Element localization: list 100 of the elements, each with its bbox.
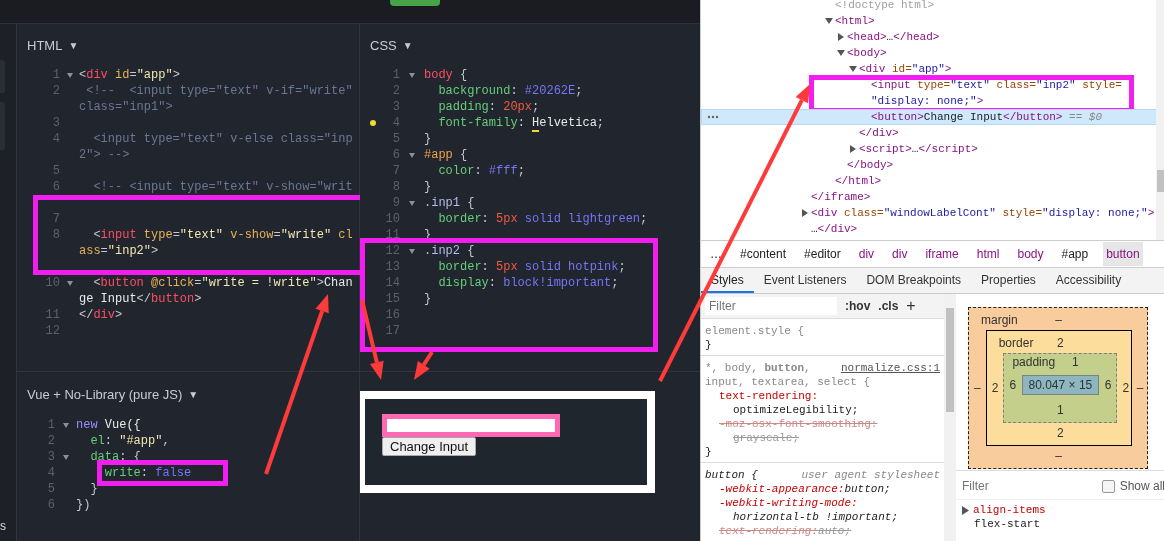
breadcrumb-item[interactable]: div: [889, 242, 911, 266]
breadcrumb-item[interactable]: iframe: [922, 242, 962, 266]
computed-property[interactable]: align-items: [973, 503, 1046, 517]
rule-source: user agent stylesheet: [801, 468, 940, 482]
dom-node[interactable]: </body>: [847, 159, 894, 171]
line-number: 2: [392, 84, 400, 98]
hover-state-toggle[interactable]: :hov: [845, 299, 871, 313]
expand-icon[interactable]: [837, 49, 845, 57]
line-number: 2: [52, 84, 60, 98]
dom-node[interactable]: <div class="windowLabelCont" style="display: none;">: [811, 207, 1155, 219]
dom-node[interactable]: </div>: [859, 127, 899, 139]
breadcrumb-item[interactable]: button: [1103, 242, 1143, 266]
breadcrumb-item[interactable]: #app: [1058, 242, 1092, 266]
box-value[interactable]: –: [969, 381, 986, 395]
dom-node[interactable]: <head>…</head>: [847, 31, 940, 43]
rule-selector: *, body, button,: [705, 361, 811, 375]
dom-node[interactable]: <input type="text" class="inp2" style=: [871, 79, 1122, 91]
box-value[interactable]: 6: [1099, 377, 1117, 392]
dom-node[interactable]: </html>: [835, 175, 882, 187]
code-line: border: 5px solid hotpink;: [437, 260, 626, 274]
panel-tab[interactable]: DOM Breakpoints: [856, 268, 972, 293]
code-line: .inp2 {: [424, 244, 475, 258]
expand-icon[interactable]: [962, 505, 969, 515]
change-input-button[interactable]: Change Input: [382, 437, 477, 456]
box-value[interactable]: 2: [1057, 423, 1064, 445]
dom-node[interactable]: <script>…</script>: [859, 143, 978, 155]
css-value[interactable]: horizontal-tb !important;: [719, 510, 940, 524]
line-number: 5: [392, 132, 400, 146]
line-number: 14: [385, 276, 400, 290]
fold-icon[interactable]: [62, 454, 69, 460]
code-line: body {: [424, 68, 468, 82]
code-line: ass="inp2">: [79, 244, 159, 258]
dom-node[interactable]: "display: none;">: [871, 95, 984, 107]
fold-icon[interactable]: [409, 72, 415, 78]
expand-icon[interactable]: [849, 65, 857, 73]
dom-node[interactable]: <div id="app">: [859, 63, 952, 75]
line-number: 10: [385, 212, 400, 226]
fold-icon[interactable]: [409, 200, 415, 206]
line-number: 8: [392, 180, 400, 194]
code-line: <input type="text" v-else class="inp: [92, 132, 353, 146]
fold-icon[interactable]: [409, 248, 415, 254]
box-value[interactable]: 1: [1057, 400, 1064, 422]
panel-tab[interactable]: Accessibility: [1045, 268, 1132, 293]
css-value[interactable]: button;: [844, 483, 891, 495]
panel-tab[interactable]: Event Listeners: [753, 268, 857, 293]
text-field[interactable]: [382, 414, 560, 437]
expand-icon[interactable]: [837, 33, 845, 41]
rule-brace: }: [705, 446, 712, 458]
css-value[interactable]: optimizeLegibility;: [719, 403, 940, 417]
line-number: 1: [47, 418, 55, 432]
panel-tab[interactable]: Properties: [971, 268, 1046, 293]
dom-node[interactable]: <html>: [835, 15, 875, 27]
line-number: 9: [392, 196, 400, 210]
code-line: padding: 20px;: [437, 100, 540, 114]
breadcrumb-item[interactable]: div: [855, 242, 878, 266]
breadcrumb-item[interactable]: #content: [737, 242, 790, 266]
css-property[interactable]: text-rendering:: [719, 390, 819, 402]
new-rule-button[interactable]: +: [906, 297, 916, 315]
scrollbar[interactable]: [1156, 0, 1164, 240]
box-value[interactable]: 2: [986, 381, 1004, 395]
checkbox-label[interactable]: Show all: [1119, 479, 1164, 493]
expand-icon[interactable]: [849, 145, 857, 153]
rule-selector: input, textarea, select {: [705, 375, 872, 389]
dom-node[interactable]: </iframe>: [811, 191, 871, 203]
fold-icon[interactable]: [66, 280, 73, 286]
code-line: .inp1 {: [424, 196, 475, 210]
code-line: <button @click="write = !write">Chan: [92, 276, 353, 290]
more-icon[interactable]: [707, 115, 719, 119]
line-number: 5: [47, 482, 55, 496]
box-value[interactable]: 2: [1057, 331, 1064, 353]
code-line: }: [424, 132, 432, 146]
box-value[interactable]: –: [1055, 308, 1063, 330]
dom-node[interactable]: <body>: [847, 47, 887, 59]
class-toggle[interactable]: .cls: [878, 299, 899, 313]
box-value[interactable]: –: [1055, 446, 1063, 468]
dropdown-caret[interactable]: ▼: [68, 40, 79, 51]
expand-icon[interactable]: [825, 17, 833, 25]
line-number: 7: [392, 164, 400, 178]
filter-field[interactable]: Filter: [705, 297, 837, 315]
line-number: 1: [392, 68, 400, 82]
breadcrumb-item[interactable]: #editor: [801, 242, 844, 266]
fold-icon[interactable]: [62, 422, 69, 428]
code-line: el: "#app",: [89, 434, 170, 448]
box-value[interactable]: 6: [1004, 377, 1022, 392]
expand-icon[interactable]: [801, 209, 809, 217]
css-property[interactable]: -webkit-writing-mode:: [719, 497, 858, 509]
dropdown-caret[interactable]: ▼: [402, 40, 413, 51]
breadcrumb-item[interactable]: …: [707, 242, 725, 266]
css-property[interactable]: -webkit-appearance:: [719, 483, 845, 495]
scrollbar[interactable]: [944, 294, 956, 541]
line-number: 3: [52, 116, 60, 130]
breadcrumb-item[interactable]: html: [973, 242, 1003, 266]
breadcrumb-item[interactable]: body: [1014, 242, 1047, 266]
dropdown-caret[interactable]: ▼: [188, 389, 199, 400]
code-line: <div id="app">: [79, 68, 180, 82]
dom-node[interactable]: …</div>: [811, 223, 858, 235]
panel-title: CSS: [370, 38, 397, 53]
fold-icon[interactable]: [409, 152, 415, 158]
fold-icon[interactable]: [66, 72, 73, 78]
source-link[interactable]: normalize.css:1: [840, 361, 940, 375]
